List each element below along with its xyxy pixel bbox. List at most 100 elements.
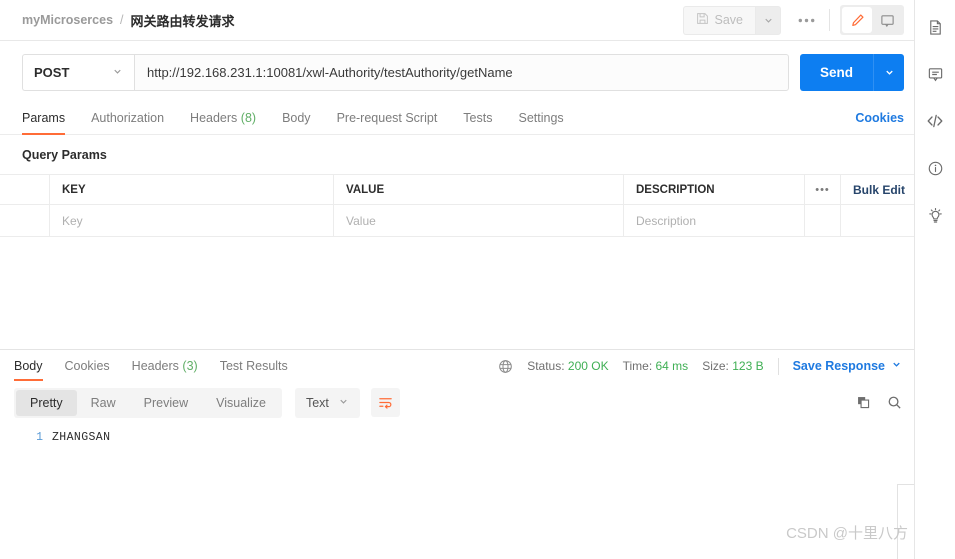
response-tab-headers-label: Headers bbox=[131, 359, 179, 373]
response-type-value: Text bbox=[305, 395, 329, 410]
http-method-select[interactable]: POST bbox=[22, 54, 134, 91]
tab-pre-request-script-label: Pre-request Script bbox=[336, 111, 438, 125]
tab-authorization-label: Authorization bbox=[91, 111, 165, 125]
floppy-disk-icon bbox=[696, 12, 709, 28]
request-url-input[interactable]: http://192.168.231.1:10081/xwl-Authority… bbox=[134, 54, 789, 91]
column-header-key: KEY bbox=[50, 175, 334, 204]
params-empty-area bbox=[0, 237, 914, 350]
tab-tests-label: Tests bbox=[463, 111, 493, 125]
search-icon[interactable] bbox=[887, 395, 902, 410]
save-response-button[interactable]: Save Response bbox=[793, 359, 902, 373]
postman-window: myMicroserces / 网关路由转发请求 Save POST http:… bbox=[0, 0, 955, 559]
response-type-select[interactable]: Text bbox=[294, 387, 360, 418]
param-value-input[interactable]: Value bbox=[334, 205, 624, 236]
size-block: Size: 123 B bbox=[702, 359, 763, 373]
request-tabs: Params Authorization Headers (8) Body Pr… bbox=[0, 104, 914, 135]
response-utility-icons bbox=[856, 395, 902, 410]
breadcrumb-separator: / bbox=[120, 13, 124, 27]
tab-pre-request-script[interactable]: Pre-request Script bbox=[337, 111, 438, 134]
tab-tests[interactable]: Tests bbox=[463, 111, 492, 134]
send-options-caret[interactable] bbox=[873, 54, 904, 91]
comment-icon[interactable] bbox=[917, 55, 953, 93]
params-more-button[interactable]: ••• bbox=[805, 175, 841, 204]
save-button-group: Save bbox=[682, 5, 781, 35]
tab-headers[interactable]: Headers (8) bbox=[190, 111, 256, 134]
send-button[interactable]: Send bbox=[800, 54, 873, 91]
header-divider bbox=[829, 9, 830, 31]
chevron-down-icon bbox=[338, 396, 349, 410]
response-tab-body-label: Body bbox=[14, 359, 43, 373]
format-raw-button[interactable]: Raw bbox=[77, 390, 130, 416]
column-header-description: DESCRIPTION bbox=[624, 175, 805, 204]
watermark-line-vertical bbox=[897, 484, 898, 559]
time-value: 64 ms bbox=[655, 359, 689, 373]
time-block: Time: 64 ms bbox=[623, 359, 689, 373]
chevron-down-icon bbox=[112, 65, 123, 80]
tab-body[interactable]: Body bbox=[282, 111, 311, 134]
tab-params[interactable]: Params bbox=[22, 111, 66, 135]
query-params-table: KEY VALUE DESCRIPTION ••• Bulk Edit Key … bbox=[0, 174, 914, 237]
format-visualize-button[interactable]: Visualize bbox=[202, 390, 280, 416]
meta-divider bbox=[777, 357, 779, 375]
watermark-line-horizontal bbox=[897, 484, 914, 485]
document-icon[interactable] bbox=[917, 8, 953, 46]
response-tab-headers-count: (3) bbox=[182, 359, 198, 373]
copy-icon[interactable] bbox=[856, 395, 871, 410]
tab-authorization[interactable]: Authorization bbox=[91, 111, 164, 134]
code-icon[interactable] bbox=[917, 102, 953, 140]
lightbulb-icon[interactable] bbox=[917, 196, 953, 234]
more-actions-button[interactable] bbox=[791, 6, 821, 34]
row-checkbox-cell[interactable] bbox=[0, 205, 50, 236]
tab-headers-label: Headers bbox=[190, 111, 238, 125]
breadcrumb-request-title[interactable]: 网关路由转发请求 bbox=[131, 11, 235, 30]
param-key-input[interactable]: Key bbox=[50, 205, 334, 236]
format-pretty-button[interactable]: Pretty bbox=[16, 389, 77, 416]
edit-pencil-button[interactable] bbox=[842, 7, 872, 33]
word-wrap-icon[interactable] bbox=[370, 388, 400, 417]
comment-button[interactable] bbox=[872, 7, 902, 33]
header-view-toggle bbox=[840, 5, 904, 35]
save-response-label: Save Response bbox=[792, 359, 885, 373]
line-number: 1 bbox=[36, 430, 43, 444]
url-bar: POST http://192.168.231.1:10081/xwl-Auth… bbox=[0, 41, 914, 104]
response-body-code[interactable]: 1 ZHANGSAN bbox=[0, 423, 914, 559]
response-format-tabs: Pretty Raw Preview Visualize bbox=[14, 387, 282, 418]
response-tab-cookies-label: Cookies bbox=[64, 359, 110, 373]
tab-body-label: Body bbox=[282, 111, 311, 125]
breadcrumb-collection[interactable]: myMicroserces bbox=[22, 13, 113, 27]
send-button-group: Send bbox=[800, 54, 904, 91]
response-tab-cookies[interactable]: Cookies bbox=[65, 350, 110, 382]
row-spacer-b bbox=[841, 205, 914, 236]
tab-settings[interactable]: Settings bbox=[518, 111, 563, 134]
save-options-caret[interactable] bbox=[755, 5, 781, 35]
header-actions: Save bbox=[682, 5, 904, 35]
size-value: 123 B bbox=[732, 359, 764, 373]
code-line: 1 ZHANGSAN bbox=[0, 431, 914, 448]
time-label: Time: bbox=[622, 359, 653, 373]
response-toolbar: Pretty Raw Preview Visualize Text bbox=[0, 383, 914, 423]
response-tab-test-results[interactable]: Test Results bbox=[220, 350, 288, 382]
size-label: Size: bbox=[702, 359, 729, 373]
tab-params-label: Params bbox=[22, 111, 66, 125]
save-label: Save bbox=[714, 13, 744, 27]
column-header-value: VALUE bbox=[334, 175, 624, 204]
response-tab-body[interactable]: Body bbox=[14, 350, 43, 382]
tab-headers-count: (8) bbox=[240, 111, 257, 125]
response-tab-headers[interactable]: Headers (3) bbox=[132, 350, 198, 382]
chevron-down-icon bbox=[891, 359, 902, 373]
query-params-title: Query Params bbox=[22, 148, 107, 162]
save-button[interactable]: Save bbox=[682, 5, 755, 35]
http-method-value: POST bbox=[34, 65, 70, 80]
bulk-edit-button[interactable]: Bulk Edit bbox=[841, 175, 914, 204]
table-header-row: KEY VALUE DESCRIPTION ••• Bulk Edit bbox=[0, 174, 914, 205]
param-description-input[interactable]: Description bbox=[624, 205, 805, 236]
cookies-link[interactable]: Cookies bbox=[855, 111, 904, 134]
response-tab-test-results-label: Test Results bbox=[219, 359, 288, 373]
globe-icon bbox=[498, 359, 513, 374]
header-checkbox-cell bbox=[0, 175, 50, 204]
tab-settings-label: Settings bbox=[518, 111, 564, 125]
response-tabs: Body Cookies Headers (3) Test Results St… bbox=[0, 350, 914, 383]
request-header: myMicroserces / 网关路由转发请求 Save bbox=[0, 0, 914, 41]
format-preview-button[interactable]: Preview bbox=[130, 390, 202, 416]
info-icon[interactable] bbox=[917, 149, 953, 187]
